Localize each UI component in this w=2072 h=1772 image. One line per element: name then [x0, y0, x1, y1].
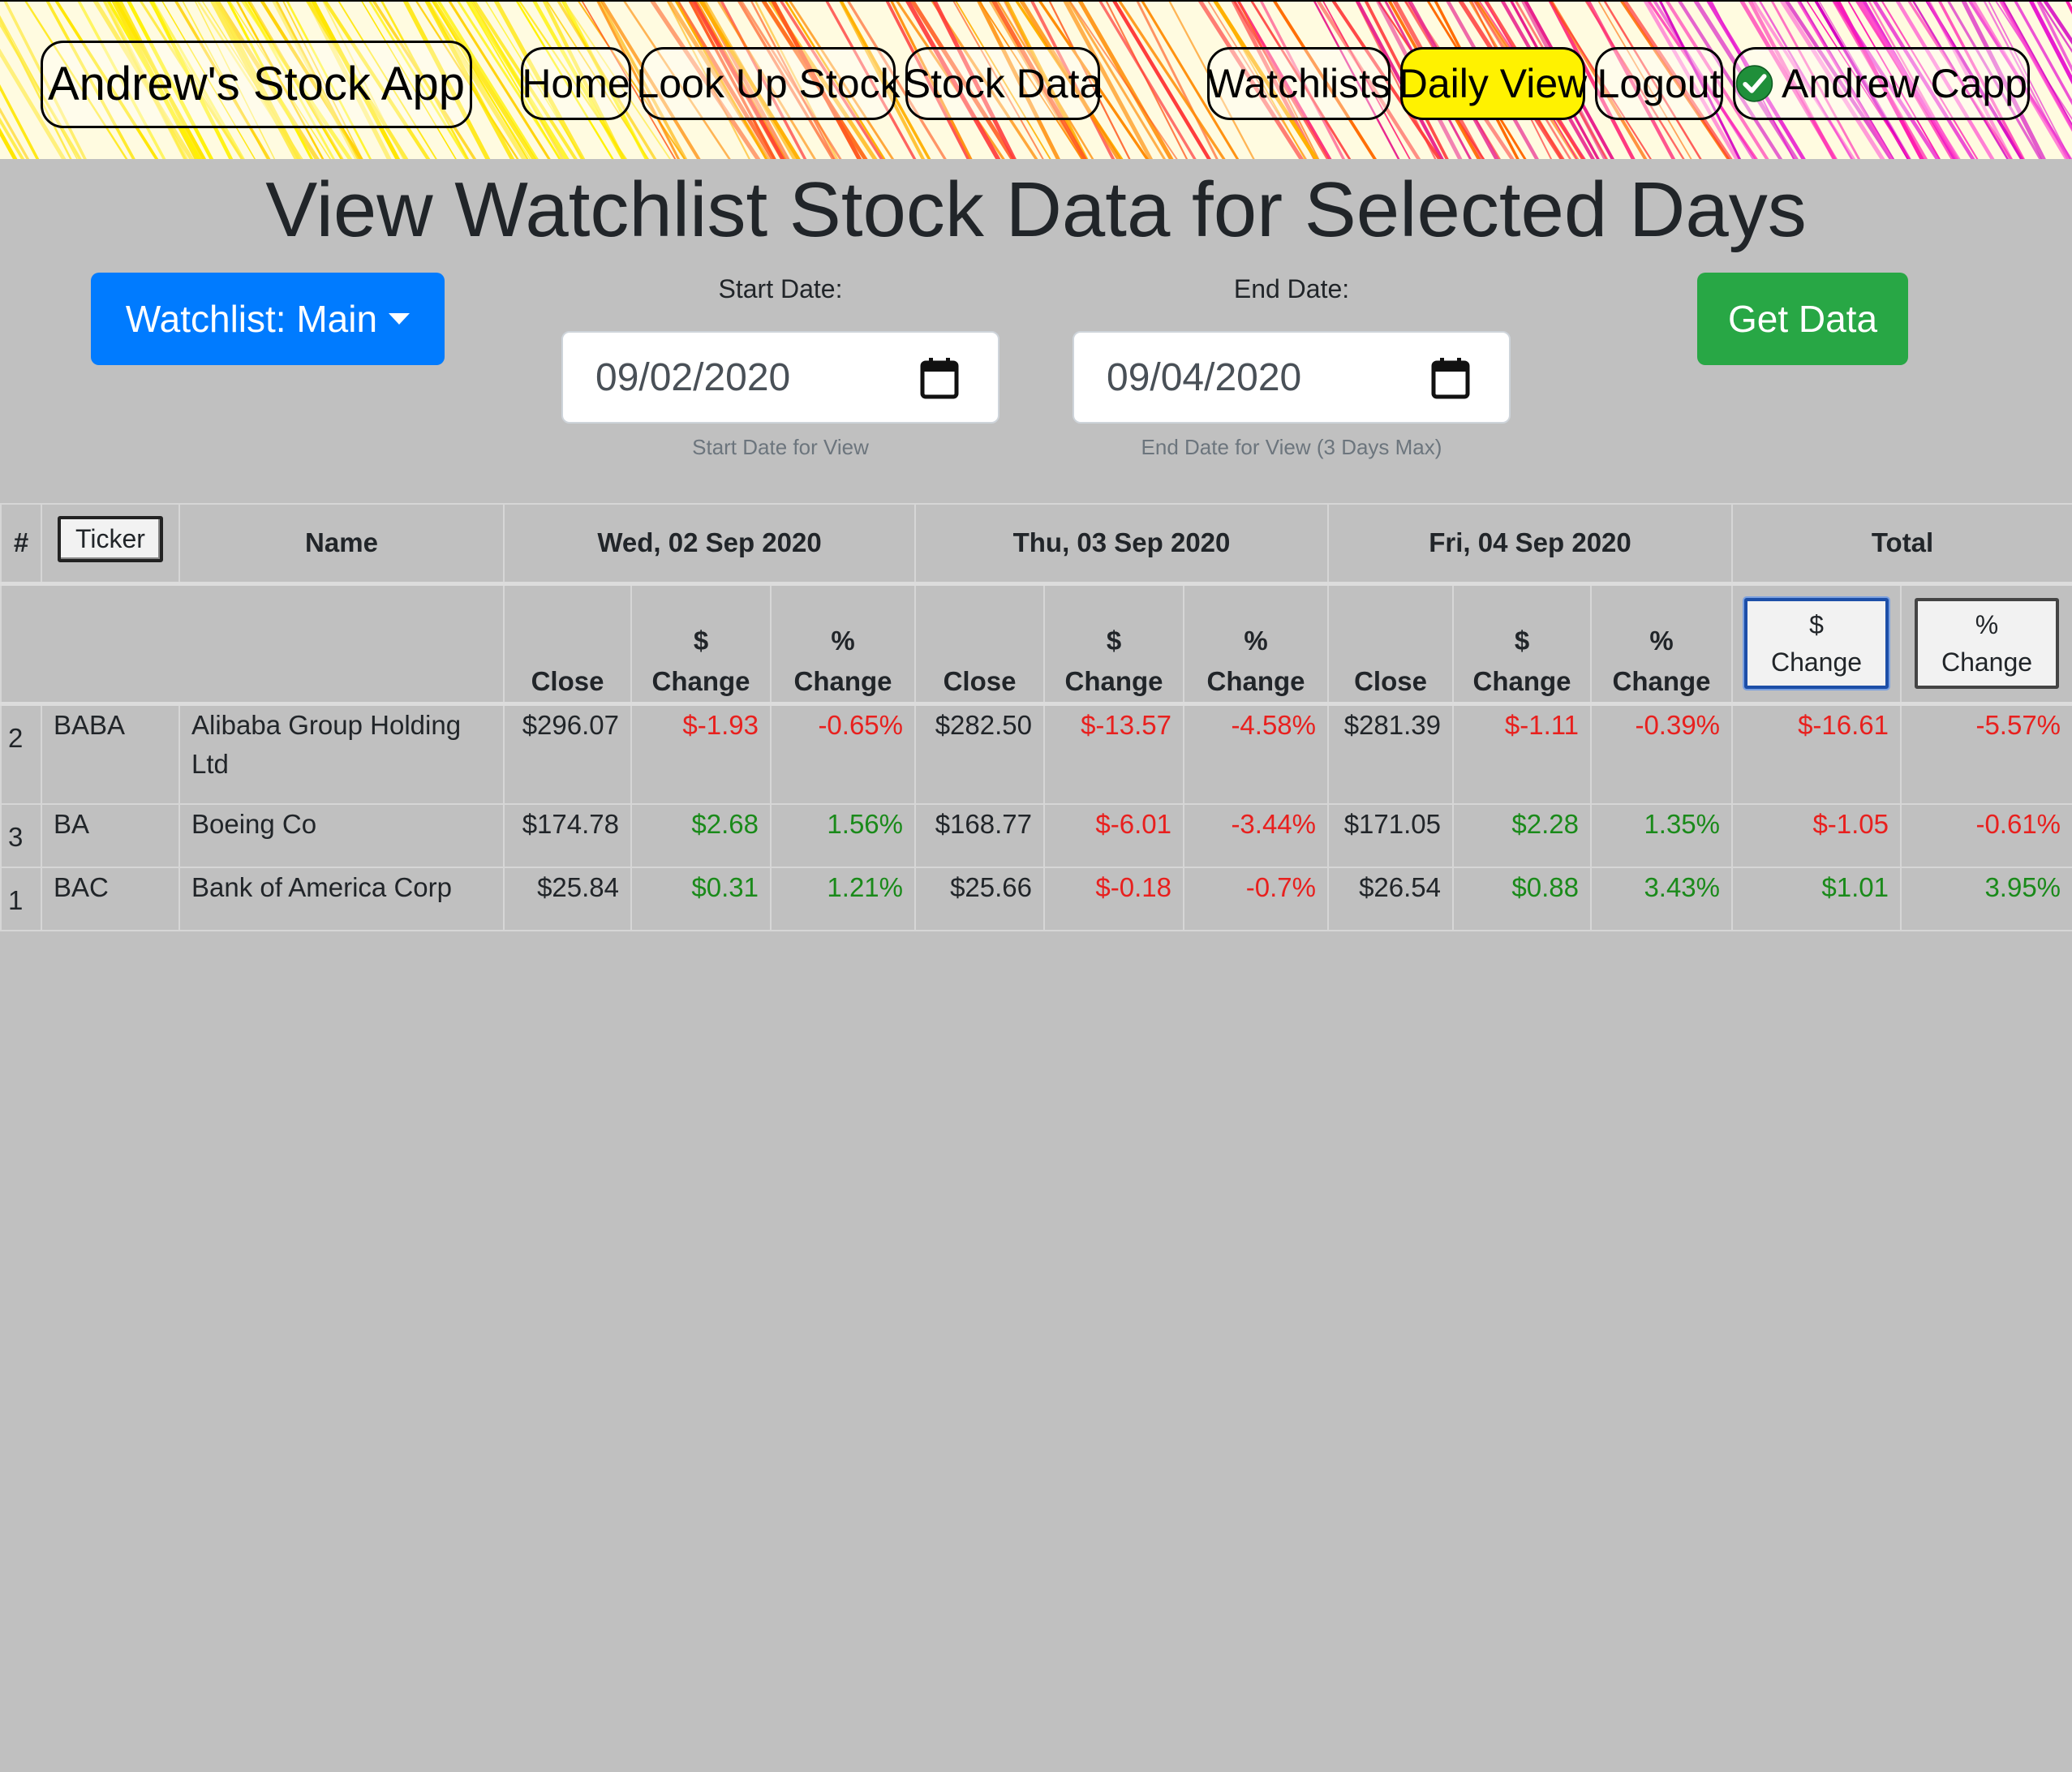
- header-total: Total: [1731, 503, 2072, 584]
- row-total-dollar-change: $-1.05: [1731, 803, 1902, 868]
- stock-data-table: # Ticker Name Wed, 02 Sep 2020 Thu, 03 S…: [0, 503, 2072, 931]
- subheader-close: Close: [1327, 583, 1454, 704]
- calendar-icon[interactable]: [1431, 357, 1470, 399]
- row-ticker: BA: [41, 803, 180, 868]
- start-date-value: 09/02/2020: [595, 355, 791, 399]
- row-d2-dollar-change: $-6.01: [1043, 803, 1184, 868]
- ticker-sort-button[interactable]: Ticker: [58, 516, 163, 562]
- row-total-pct-change: -5.57%: [1900, 703, 2072, 805]
- start-date-input[interactable]: 09/02/2020: [561, 331, 999, 424]
- table-row[interactable]: 1 BAC Bank of America Corp $25.84 $0.31 …: [0, 867, 2072, 931]
- get-data-button[interactable]: Get Data: [1697, 273, 1908, 365]
- row-d3-pct-change: 1.35%: [1589, 803, 1734, 868]
- row-d1-pct-change: -0.65%: [770, 703, 916, 805]
- header-name: Name: [178, 503, 505, 584]
- row-num: 3: [0, 803, 42, 868]
- end-date-input[interactable]: 09/04/2020: [1073, 331, 1511, 424]
- subheader-dollar-change: $ Change: [1043, 583, 1184, 704]
- row-d1-pct-change: 1.56%: [770, 803, 916, 868]
- row-d2-dollar-change: $-0.18: [1043, 867, 1184, 931]
- header-num: #: [0, 503, 42, 584]
- subheader-close: Close: [914, 583, 1045, 704]
- row-d3-close: $26.54: [1327, 867, 1454, 931]
- subheader-close: Close: [503, 583, 632, 704]
- row-d3-dollar-change: $0.88: [1452, 867, 1592, 931]
- row-d1-close: $296.07: [503, 703, 632, 805]
- watchlist-dropdown-button[interactable]: Watchlist: Main: [91, 273, 445, 365]
- watchlist-dropdown-label: Watchlist: Main: [125, 298, 378, 340]
- row-d1-dollar-change: $0.31: [630, 867, 772, 931]
- header-day-1: Wed, 02 Sep 2020: [503, 503, 916, 584]
- calendar-icon[interactable]: [920, 357, 959, 399]
- row-num: 1: [0, 867, 42, 931]
- table-subheader-row: Close $ Change % Change Close $ Change % Cha…: [0, 583, 2072, 704]
- row-d2-close: $25.66: [914, 867, 1045, 931]
- nav-logout-button[interactable]: Logout: [1595, 47, 1723, 120]
- row-ticker: BAC: [41, 867, 180, 931]
- row-d3-close: $171.05: [1327, 803, 1454, 868]
- row-d1-close: $174.78: [503, 803, 632, 868]
- header-day-3: Fri, 04 Sep 2020: [1326, 503, 1734, 584]
- end-date-label: End Date:: [1233, 274, 1350, 303]
- row-d2-pct-change: -4.58%: [1183, 703, 1329, 805]
- row-ticker: BABA: [41, 703, 180, 805]
- end-date-help: End Date for View (3 Days Max): [1141, 435, 1442, 459]
- row-total-pct-change: -0.61%: [1900, 803, 2072, 868]
- row-d3-close: $281.39: [1327, 703, 1454, 805]
- header-ticker: Ticker: [41, 503, 180, 584]
- row-name: Boeing Co: [178, 803, 505, 868]
- subheader-total-dollar: $ Change: [1731, 583, 1902, 704]
- row-d2-pct-change: -0.7%: [1183, 867, 1329, 931]
- header-day-2: Thu, 03 Sep 2020: [914, 503, 1329, 584]
- row-d2-close: $168.77: [914, 803, 1045, 868]
- check-circle-icon: [1735, 65, 1773, 102]
- user-name-label: Andrew Capp: [1782, 61, 2027, 106]
- subheader-dollar-change: $ Change: [1452, 583, 1592, 704]
- row-d2-pct-change: -3.44%: [1183, 803, 1329, 868]
- nav-user-button[interactable]: Andrew Capp: [1733, 47, 2030, 120]
- start-date-label: Start Date:: [718, 274, 843, 303]
- row-name: Bank of America Corp: [178, 867, 505, 931]
- subheader-dollar-change: $ Change: [630, 583, 772, 704]
- nav-watchlists-button[interactable]: Watchlists: [1207, 47, 1391, 120]
- row-d1-pct-change: 1.21%: [770, 867, 916, 931]
- row-d3-pct-change: 3.43%: [1589, 867, 1734, 931]
- top-navbar: Andrew's Stock App Home Look Up Stock St…: [0, 0, 2072, 159]
- row-d3-dollar-change: $2.28: [1452, 803, 1592, 868]
- row-d1-close: $25.84: [503, 867, 632, 931]
- header-streak: [0, 84, 40, 159]
- total-pct-change-sort-button[interactable]: % Change: [1915, 598, 2060, 689]
- row-d1-dollar-change: $-1.93: [630, 703, 772, 805]
- table-header-row: # Ticker Name Wed, 02 Sep 2020 Thu, 03 S…: [0, 503, 2072, 584]
- nav-home-button[interactable]: Home: [521, 47, 631, 120]
- row-name: Alibaba Group Holding Ltd: [178, 703, 505, 805]
- subheader-pct-change: % Change: [1183, 583, 1329, 704]
- app-title-button[interactable]: Andrew's Stock App: [41, 41, 472, 128]
- table-row[interactable]: 2 BABA Alibaba Group Holding Ltd $296.07…: [0, 703, 2072, 805]
- total-dollar-change-sort-button[interactable]: $ Change: [1744, 598, 1889, 689]
- row-d1-dollar-change: $2.68: [630, 803, 772, 868]
- row-d3-pct-change: -0.39%: [1589, 703, 1734, 805]
- subheader-pct-change: % Change: [770, 583, 916, 704]
- row-d2-close: $282.50: [914, 703, 1045, 805]
- table-row[interactable]: 3 BA Boeing Co $174.78 $2.68 1.56% $168.…: [0, 803, 2072, 868]
- nav-stock-data-button[interactable]: Stock Data: [904, 47, 1102, 120]
- subheader-blank: [0, 583, 505, 704]
- nav-lookup-stock-button[interactable]: Look Up Stock: [636, 47, 901, 120]
- nav-daily-view-button[interactable]: Daily View: [1399, 47, 1587, 120]
- page-title: View Watchlist Stock Data for Selected D…: [265, 166, 1807, 253]
- subheader-total-pct: % Change: [1900, 583, 2072, 704]
- row-total-dollar-change: $1.01: [1731, 867, 1902, 931]
- row-num: 2: [0, 703, 42, 805]
- end-date-value: 09/04/2020: [1107, 355, 1302, 399]
- subheader-pct-change: % Change: [1589, 583, 1734, 704]
- row-total-dollar-change: $-16.61: [1731, 703, 1902, 805]
- start-date-help: Start Date for View: [692, 435, 869, 459]
- row-d2-dollar-change: $-13.57: [1043, 703, 1184, 805]
- caret-down-icon: [389, 313, 411, 325]
- row-total-pct-change: 3.95%: [1900, 867, 2072, 931]
- row-d3-dollar-change: $-1.11: [1452, 703, 1592, 805]
